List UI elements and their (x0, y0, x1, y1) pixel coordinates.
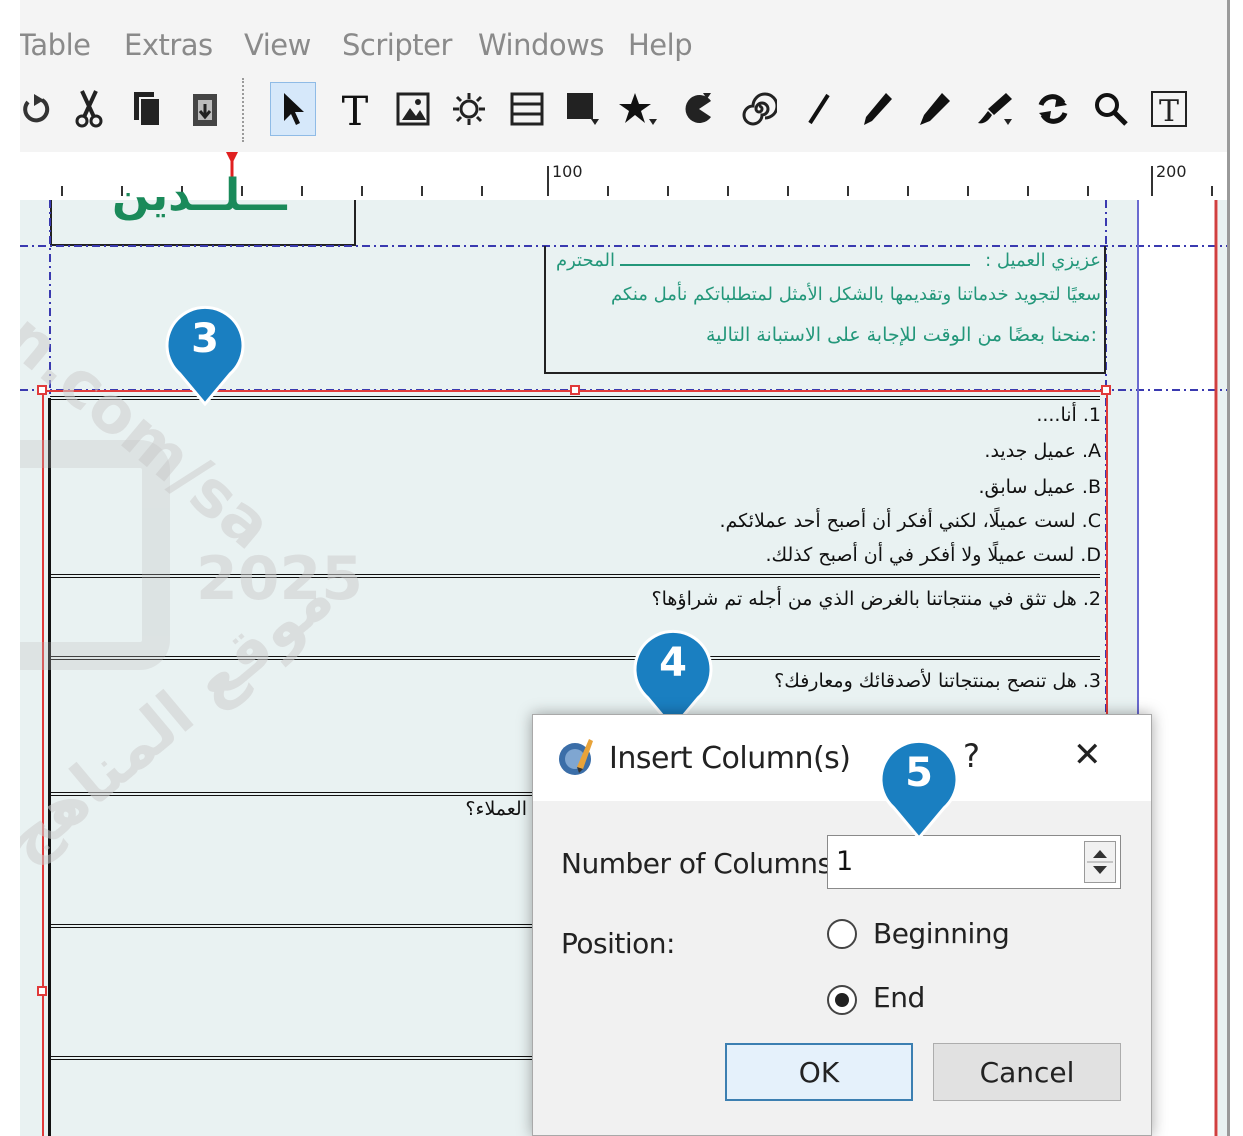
ruler-mark-200: 200 (1156, 162, 1187, 181)
callout-badge-5: 5 (876, 736, 962, 840)
question-1-option-a: A. عميل جديد. (984, 440, 1101, 462)
watermark-logo-shape (20, 440, 170, 670)
select-icon[interactable] (270, 82, 316, 136)
line-icon[interactable] (796, 82, 842, 136)
resize-handle-ml[interactable] (37, 986, 47, 996)
menu-extras[interactable]: Extras (124, 28, 213, 62)
undo-icon[interactable] (20, 82, 58, 136)
radio-beginning-label[interactable]: Beginning (873, 917, 1010, 950)
question-1-option-b: B. عميل سابق. (978, 476, 1102, 498)
image-frame-icon[interactable] (390, 82, 436, 136)
calligraphic-icon[interactable] (972, 82, 1018, 136)
greeting-name-line (620, 264, 970, 266)
help-button[interactable]: ? (963, 737, 980, 775)
rotate-icon[interactable] (1030, 82, 1076, 136)
radio-end[interactable] (827, 985, 857, 1015)
number-of-columns-spinbox[interactable]: 1 (827, 835, 1121, 889)
app-logo-icon (555, 737, 595, 777)
radio-beginning[interactable] (827, 919, 857, 949)
dialog-title: Insert Column(s) (609, 741, 851, 776)
insert-columns-dialog: Insert Column(s) ? ✕ Number of Columns: … (532, 714, 1152, 1136)
edit-text-icon[interactable]: T (1146, 82, 1192, 136)
question-1: 1. أنا.... (1036, 404, 1101, 426)
svg-text:T: T (1159, 94, 1179, 129)
table-icon[interactable] (504, 82, 550, 136)
ruler-mark-100: 100 (552, 162, 583, 181)
resize-handle-tl[interactable] (37, 385, 47, 395)
copy-icon[interactable] (124, 82, 170, 136)
question-3: 3. هل تنصح بمنتجاتنا لأصدقائك ومعارفك؟ (774, 670, 1101, 692)
toolbar-separator (242, 78, 244, 142)
question-1-option-c: C. لست عميلًا، لكني أفكر أن أصبح أحد عمل… (719, 510, 1101, 532)
callout-number: 5 (905, 750, 933, 796)
menu-scripter[interactable]: Scripter (342, 28, 452, 62)
radio-end-label[interactable]: End (873, 981, 925, 1014)
question-1-option-d: D. لست عميلًا ولا أفكر في أن أصبح كذلك. (765, 544, 1101, 566)
greeting-salutation: عزيزي العميل : (985, 250, 1101, 271)
render-frame-icon[interactable] (446, 82, 492, 136)
question-2: 2. هل تثق في منتجاتنا بالغرض الذي من أجل… (651, 588, 1101, 610)
ok-button[interactable]: OK (725, 1043, 913, 1101)
shape-icon[interactable] (560, 82, 606, 136)
paste-icon[interactable] (182, 82, 228, 136)
freehand-icon[interactable] (912, 82, 958, 136)
polygon-icon[interactable] (616, 82, 662, 136)
arc-icon[interactable] (676, 82, 722, 136)
menu-table[interactable]: Table (20, 28, 91, 62)
number-of-columns-value[interactable]: 1 (836, 846, 853, 877)
zoom-icon[interactable] (1088, 82, 1134, 136)
position-label: Position: (561, 927, 675, 960)
dialog-title-bar: Insert Column(s) ? ✕ (533, 715, 1151, 801)
callout-number: 4 (659, 640, 687, 686)
menu-help[interactable]: Help (628, 28, 693, 62)
text-frame-icon[interactable]: T (332, 82, 378, 136)
cancel-button[interactable]: Cancel (933, 1043, 1121, 1101)
table-row-line (50, 574, 1100, 578)
menu-bar: Table Extras View Scripter Windows Help (20, 0, 1227, 72)
resize-handle-tr[interactable] (1101, 385, 1111, 395)
menu-windows[interactable]: Windows (478, 28, 604, 62)
greeting-honorific: المحترم (555, 250, 615, 271)
callout-number: 3 (191, 316, 219, 362)
number-of-columns-label: Number of Columns: (561, 847, 841, 880)
callout-badge-3: 3 (162, 302, 248, 406)
greeting-line-2: سعيًا لتجويد خدماتنا وتقديمها بالشكل الأ… (610, 284, 1101, 305)
greeting-line-3: :منحنا بعضًا من الوقت للإجابة على الاستب… (705, 324, 1097, 346)
bezier-icon[interactable] (854, 82, 900, 136)
table-row-line (50, 656, 1100, 660)
cut-icon[interactable] (66, 82, 112, 136)
svg-text:T: T (342, 89, 369, 129)
spinbox-arrows[interactable] (1084, 841, 1116, 883)
radio-selected-dot (835, 993, 849, 1007)
toolbar: T T (20, 72, 1227, 154)
spiral-icon[interactable] (736, 82, 782, 136)
close-icon[interactable]: ✕ (1073, 735, 1102, 775)
resize-handle-tm[interactable] (570, 385, 580, 395)
question-4-fragment: العملاء؟ (465, 798, 527, 820)
menu-view[interactable]: View (244, 28, 311, 62)
